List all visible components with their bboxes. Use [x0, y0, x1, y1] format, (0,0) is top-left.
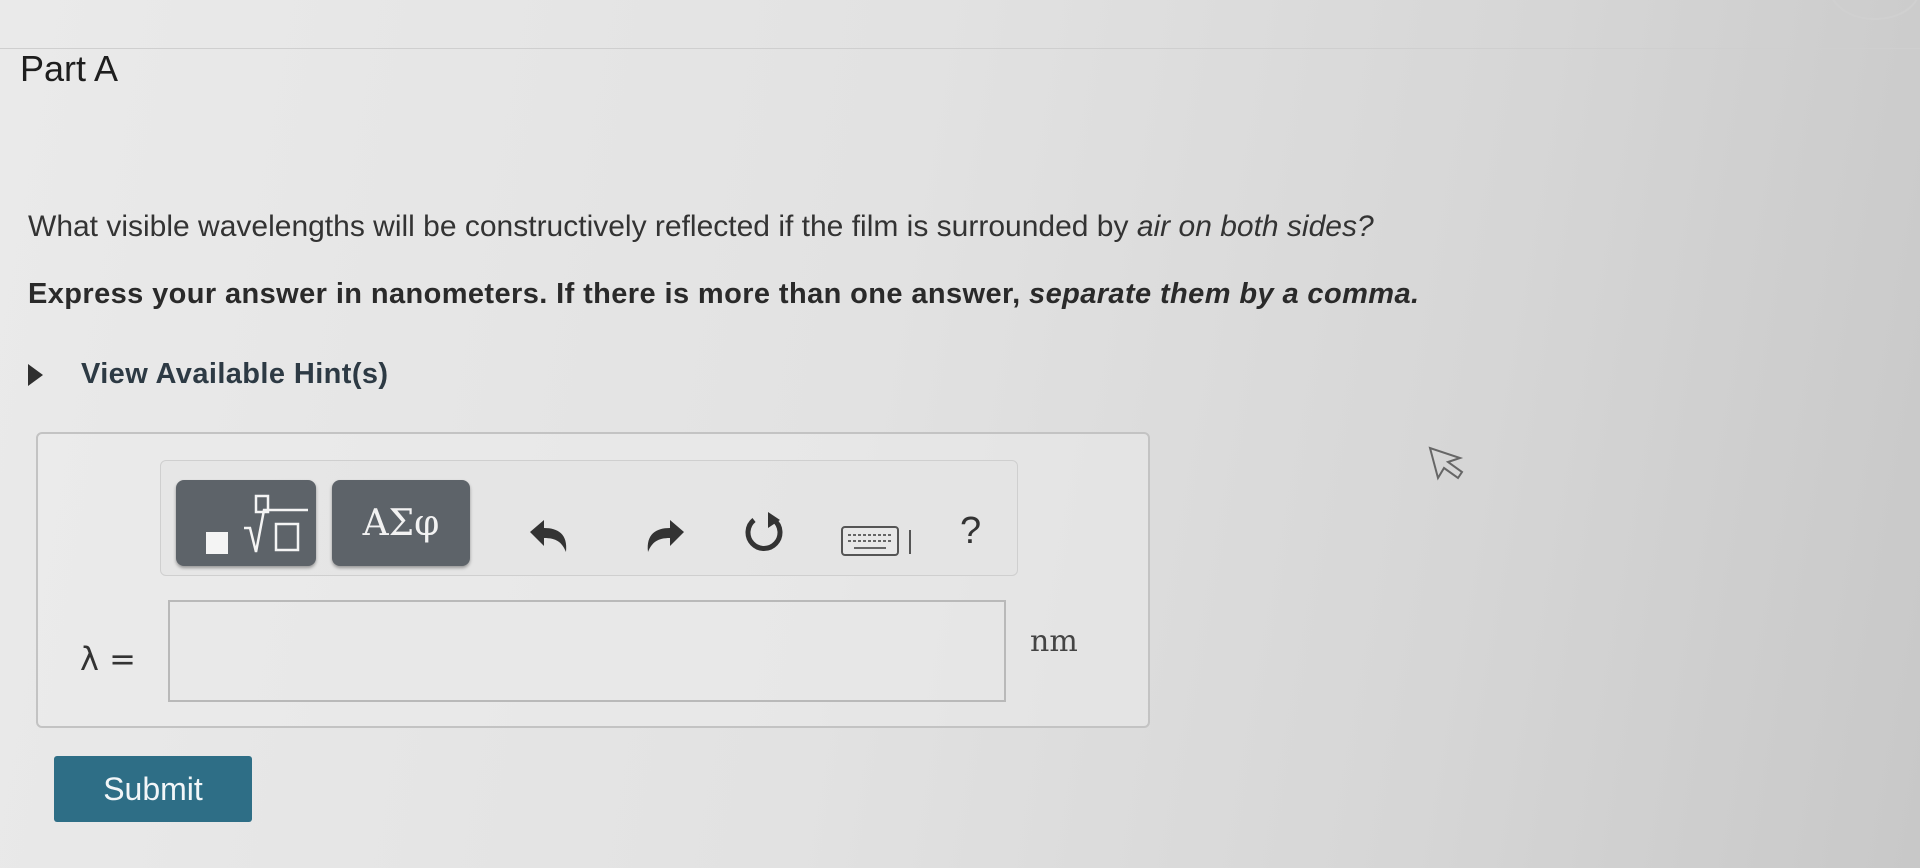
undo-icon[interactable]	[526, 516, 572, 556]
part-title: Part A	[20, 48, 119, 89]
mouse-pointer-icon	[1428, 446, 1464, 481]
submit-button[interactable]: Submit	[54, 756, 252, 822]
reset-icon[interactable]	[740, 510, 788, 558]
instructions-text-main: Express your answer in nanometers. If th…	[28, 278, 1030, 310]
answer-input[interactable]	[168, 600, 1006, 702]
keyboard-icon	[841, 526, 911, 556]
question-text-italic: air on both sides?	[1136, 210, 1374, 243]
question-text: What visible wavelengths will be constru…	[28, 210, 1374, 244]
help-icon[interactable]: ?	[960, 510, 981, 553]
instructions-text-italic: separate them by a comma.	[1029, 278, 1420, 310]
redo-icon[interactable]	[642, 516, 688, 556]
unit-label: nm	[1030, 624, 1078, 659]
lambda-label: λ =	[80, 640, 136, 678]
templates-button[interactable]	[176, 480, 316, 566]
symbols-button[interactable]: ΑΣφ	[332, 480, 470, 566]
answer-instructions: Express your answer in nanometers. If th…	[28, 278, 1419, 311]
expand-triangle-icon	[28, 363, 43, 386]
view-hints-label: View Available Hint(s)	[81, 358, 389, 390]
view-hints-toggle[interactable]: View Available Hint(s)	[28, 358, 388, 391]
templates-icon	[206, 494, 308, 554]
keyboard-button[interactable]	[840, 524, 920, 563]
question-text-main: What visible wavelengths will be constru…	[28, 210, 1137, 243]
symbols-icon: ΑΣφ	[362, 502, 440, 544]
corner-decoration	[1830, 0, 1920, 20]
header-divider	[0, 48, 1920, 49]
